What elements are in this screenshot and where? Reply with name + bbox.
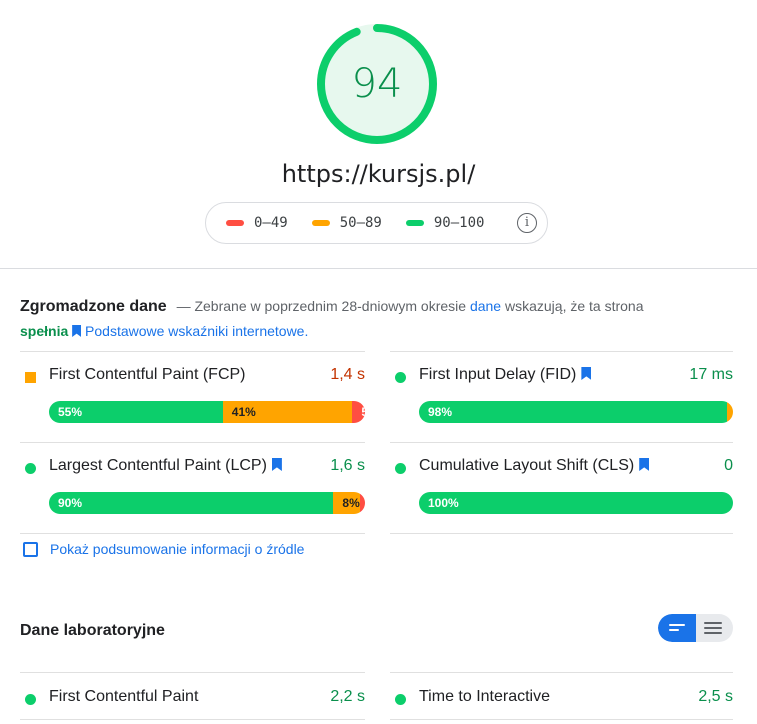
lab-metric-fcp: First Contentful Paint 2,2 s [20,672,365,720]
metric-name: First Contentful Paint [49,688,199,705]
distribution-bar: 100% [419,492,733,514]
metric-name: Cumulative Layout Shift (CLS) [419,457,650,475]
poor-dash-icon [226,220,244,226]
info-icon[interactable]: i [517,213,537,233]
legend-item-average: 50–89 [311,215,382,231]
field-data-link[interactable]: dane [470,298,501,314]
performance-score: 94 [351,61,403,107]
distribution-bar: 98% 1% [419,401,733,423]
view-expanded-button[interactable] [658,614,696,642]
good-circle-icon [25,463,36,474]
field-metric-fcp: First Contentful Paint (FCP) 1,4 s 55% 4… [20,351,365,443]
distribution-poor: 2% [359,492,365,514]
field-data-title: Zgromadzone dane [20,298,167,315]
distribution-good: 55% [49,401,223,423]
legend-label-good: 90–100 [433,215,485,231]
score-legend: 0–49 50–89 90–100 i [205,202,548,244]
section-divider [0,268,757,269]
metrics-bottom-divider [20,533,365,534]
good-circle-icon [25,694,36,705]
distribution-bar: 90% 8% 2% [49,492,365,514]
average-dash-icon [311,220,330,226]
cwv-link[interactable]: Podstawowe wskaźniki internetowe. [85,323,308,339]
metric-name: First Input Delay (FID) [419,366,592,384]
good-dash-icon [405,220,424,226]
view-list-button[interactable] [695,614,733,642]
good-circle-icon [395,694,406,705]
distribution-average: 8% [333,492,360,514]
view-toggle[interactable] [658,614,733,642]
good-circle-icon [395,372,406,383]
legend-item-good: 90–100 [405,215,485,231]
legend-label-average: 50–89 [339,215,382,231]
origin-summary-toggle[interactable]: Pokaż podsumowanie informacji o źródle [23,541,304,557]
field-metric-cls: Cumulative Layout Shift (CLS) 0 100% [390,442,733,534]
metric-name: First Contentful Paint (FCP) [49,366,246,383]
cwv-pass-status: spełnia [20,323,69,339]
field-data-desc-prefix: — Zebrane w poprzednim 28-dniowym okresi… [176,298,467,314]
legend-item-poor: 0–49 [226,215,288,231]
metric-name: Time to Interactive [419,688,551,705]
field-data-header: Zgromadzone dane — Zebrane w poprzednim … [20,294,740,344]
good-circle-icon [395,463,406,474]
core-vital-bookmark-icon [639,458,650,471]
core-vital-bookmark-icon [581,367,592,380]
distribution-good: 90% [49,492,334,514]
origin-summary-label: Pokaż podsumowanie informacji o źródle [50,541,305,557]
distribution-average: 41% [222,401,353,423]
metric-value: 1,4 s [330,366,365,383]
field-metric-lcp: Largest Contentful Paint (LCP) 1,6 s 90%… [20,442,365,534]
field-metric-fid: First Input Delay (FID) 17 ms 98% 1% [390,351,733,443]
origin-summary-checkbox[interactable] [23,541,38,557]
legend-label-poor: 0–49 [254,215,288,231]
metric-value: 0 [724,457,733,474]
core-vital-bookmark-icon [271,458,282,471]
average-square-icon [25,372,36,383]
metric-value: 17 ms [689,366,733,383]
bookmark-icon [72,325,82,337]
metrics-bottom-divider [390,533,733,534]
performance-score-gauge: 94 [316,23,438,145]
metric-value: 2,5 s [698,688,733,705]
distribution-average: 1% [726,401,733,423]
distribution-poor: 5% [352,401,365,423]
metric-name: Largest Contentful Paint (LCP) [49,457,282,475]
field-data-desc-mid: wskazują, że ta strona [504,298,644,314]
lab-metric-tti: Time to Interactive 2,5 s [390,672,733,720]
metric-value: 1,6 s [330,457,365,474]
tested-url: https://kursjs.pl/ [281,160,476,188]
distribution-good: 100% [419,492,733,514]
lab-data-title: Dane laboratoryjne [20,622,165,639]
metric-value: 2,2 s [330,688,365,705]
distribution-good: 98% [419,401,727,423]
distribution-bar: 55% 41% 5% [49,401,365,423]
